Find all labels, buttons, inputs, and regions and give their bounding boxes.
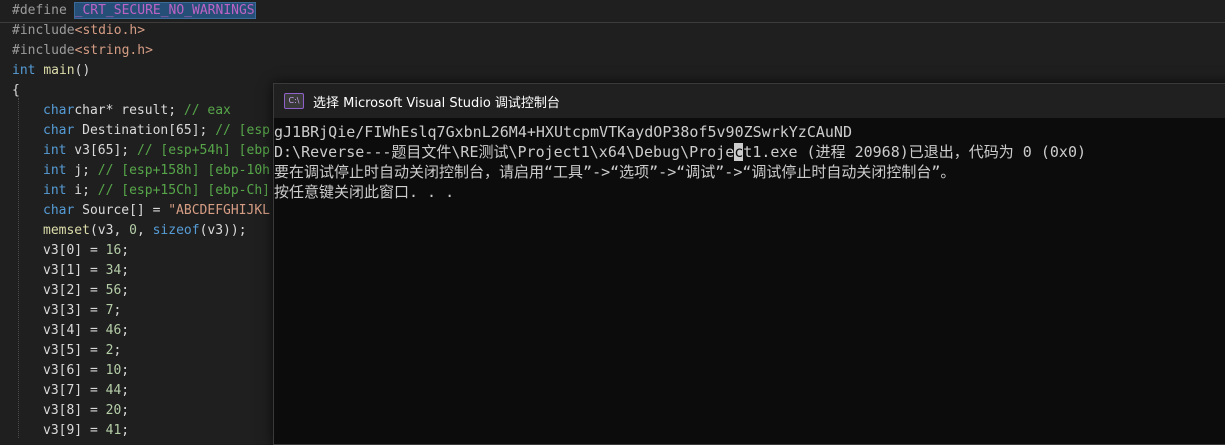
code-line-assignment: v3[7] = 44; — [43, 381, 129, 401]
code-line-assignment: v3[6] = 10; — [43, 361, 129, 381]
code-line-assignment: v3[1] = 34; — [43, 261, 129, 281]
code-line-i: int i; // [esp+15Ch] [ebp-Ch] — [43, 181, 270, 201]
code-line-assignment: v3[4] = 46; — [43, 321, 129, 341]
code-text: v3[9] = — [43, 423, 106, 438]
console-output[interactable]: gJ1BRjQie/FIWhEslq7GxbnL26M4+HXUtcpmVTKa… — [274, 122, 1225, 202]
code-text: ; — [121, 383, 130, 398]
debug-console-window[interactable]: C:\ 选择 Microsoft Visual Studio 调试控制台 gJ1… — [273, 83, 1225, 445]
code-text: v3[5] = — [43, 343, 106, 358]
define-directive: #define — [12, 3, 75, 18]
code-number: 41 — [105, 423, 122, 438]
console-output-line: 要在调试停止时自动关闭控制台，请启用“工具”->“选项”->“调试”->“调试停… — [274, 163, 956, 181]
keyword: char — [43, 123, 75, 138]
code-text: (v3, — [89, 223, 130, 238]
indent-guide — [18, 98, 20, 438]
code-number: 34 — [105, 263, 122, 278]
code-line-assignment: v3[0] = 16; — [43, 241, 129, 261]
code-text: char* result; — [74, 103, 184, 118]
code-number: 10 — [105, 363, 122, 378]
code-text: v3[6] = — [43, 363, 106, 378]
code-comment: // [esp+158h] [ebp-10h — [97, 163, 270, 178]
code-line-memset: memset(v3, 0, sizeof(v3)); — [43, 221, 247, 241]
keyword: int — [43, 143, 67, 158]
code-line-result: charchar* result; // eax — [43, 103, 231, 118]
text-cursor: c — [734, 143, 744, 161]
code-line-brace: { — [12, 83, 20, 98]
keyword: int — [43, 183, 67, 198]
keyword: char — [43, 203, 75, 218]
function-name: memset — [43, 223, 90, 238]
code-text: ; — [113, 303, 122, 318]
code-text: ; — [121, 363, 130, 378]
code-line-assignment: v3[8] = 20; — [43, 401, 129, 421]
code-comment: // [esp+15Ch] [ebp-Ch] — [97, 183, 270, 198]
console-output-line: 按任意键关闭此窗口. . . — [274, 183, 455, 201]
code-line-source: char Source[] = "ABCDEFGHIJKL — [43, 201, 270, 221]
console-app-icon: C:\ — [284, 93, 304, 109]
include-directive: #include — [12, 43, 75, 58]
code-line-v3: int v3[65]; // [esp+54h] [ebp — [43, 141, 270, 161]
code-line-main: int main() — [12, 61, 90, 81]
code-number: 44 — [105, 383, 122, 398]
code-text: v3[0] = — [43, 243, 106, 258]
console-title: 选择 Microsoft Visual Studio 调试控制台 — [313, 95, 560, 111]
console-titlebar[interactable]: C:\ 选择 Microsoft Visual Studio 调试控制台 — [274, 84, 1225, 118]
code-text: () — [74, 63, 91, 78]
code-line-assignment: v3[3] = 7; — [43, 301, 121, 321]
code-text: v3[1] = — [43, 263, 106, 278]
code-text: v3[2] = — [43, 283, 106, 298]
code-comment: // [esp+54h] [ebp — [136, 143, 270, 158]
code-text: v3[4] = — [43, 323, 106, 338]
function-name: main — [43, 63, 75, 78]
code-text: v3[8] = — [43, 403, 106, 418]
code-text: v3[65]; — [66, 143, 137, 158]
code-text: ; — [121, 283, 130, 298]
console-output-line: gJ1BRjQie/FIWhEslq7GxbnL26M4+HXUtcpmVTKa… — [274, 123, 852, 141]
keyword: int — [12, 63, 36, 78]
code-comment: // eax — [183, 103, 231, 118]
code-text: ; — [121, 243, 130, 258]
code-line-assignment: v3[9] = 41; — [43, 421, 129, 441]
code-line-destination: char Destination[65]; // [esp — [43, 121, 270, 141]
code-text: ; — [121, 403, 130, 418]
code-text: Source[] = — [74, 203, 169, 218]
selected-macro[interactable]: _CRT_SECURE_NO_WARNINGS — [73, 2, 256, 19]
code-number: 20 — [105, 403, 122, 418]
keyword: sizeof — [152, 223, 200, 238]
code-number: 56 — [105, 283, 122, 298]
code-line-j: int j; // [esp+158h] [ebp-10h — [43, 161, 270, 181]
code-string: "ABCDEFGHIJKL — [168, 203, 270, 218]
code-line-include-string: #include<string.h> — [12, 41, 153, 61]
code-line-assignment: v3[2] = 56; — [43, 281, 129, 301]
code-text: j; — [66, 163, 98, 178]
code-text: , — [136, 223, 153, 238]
include-directive: #include — [12, 23, 75, 38]
code-text: ; — [113, 343, 122, 358]
code-line-assignment: v3[5] = 2; — [43, 341, 121, 361]
include-header: <stdio.h> — [74, 23, 146, 38]
code-text: v3[3] = — [43, 303, 106, 318]
code-number: 46 — [105, 323, 122, 338]
code-number: 0 — [129, 223, 137, 238]
keyword: int — [43, 163, 67, 178]
code-text: (v3)); — [199, 223, 247, 238]
code-text: ; — [121, 423, 130, 438]
code-text: v3[7] = — [43, 383, 106, 398]
include-header: <string.h> — [74, 43, 153, 58]
code-line-include-stdio: #include<stdio.h> — [12, 21, 145, 41]
console-output-line: D:\Reverse---题目文件\RE测试\Project1\x64\Debu… — [274, 143, 1087, 161]
code-line-define: #define _CRT_SECURE_NO_WARNINGS — [12, 1, 256, 21]
code-text: Destination[65]; — [74, 123, 216, 138]
code-comment: // [esp — [215, 123, 270, 138]
code-number: 16 — [105, 243, 122, 258]
code-text: ; — [121, 323, 130, 338]
code-text: i; — [66, 183, 98, 198]
code-text: ; — [121, 263, 130, 278]
